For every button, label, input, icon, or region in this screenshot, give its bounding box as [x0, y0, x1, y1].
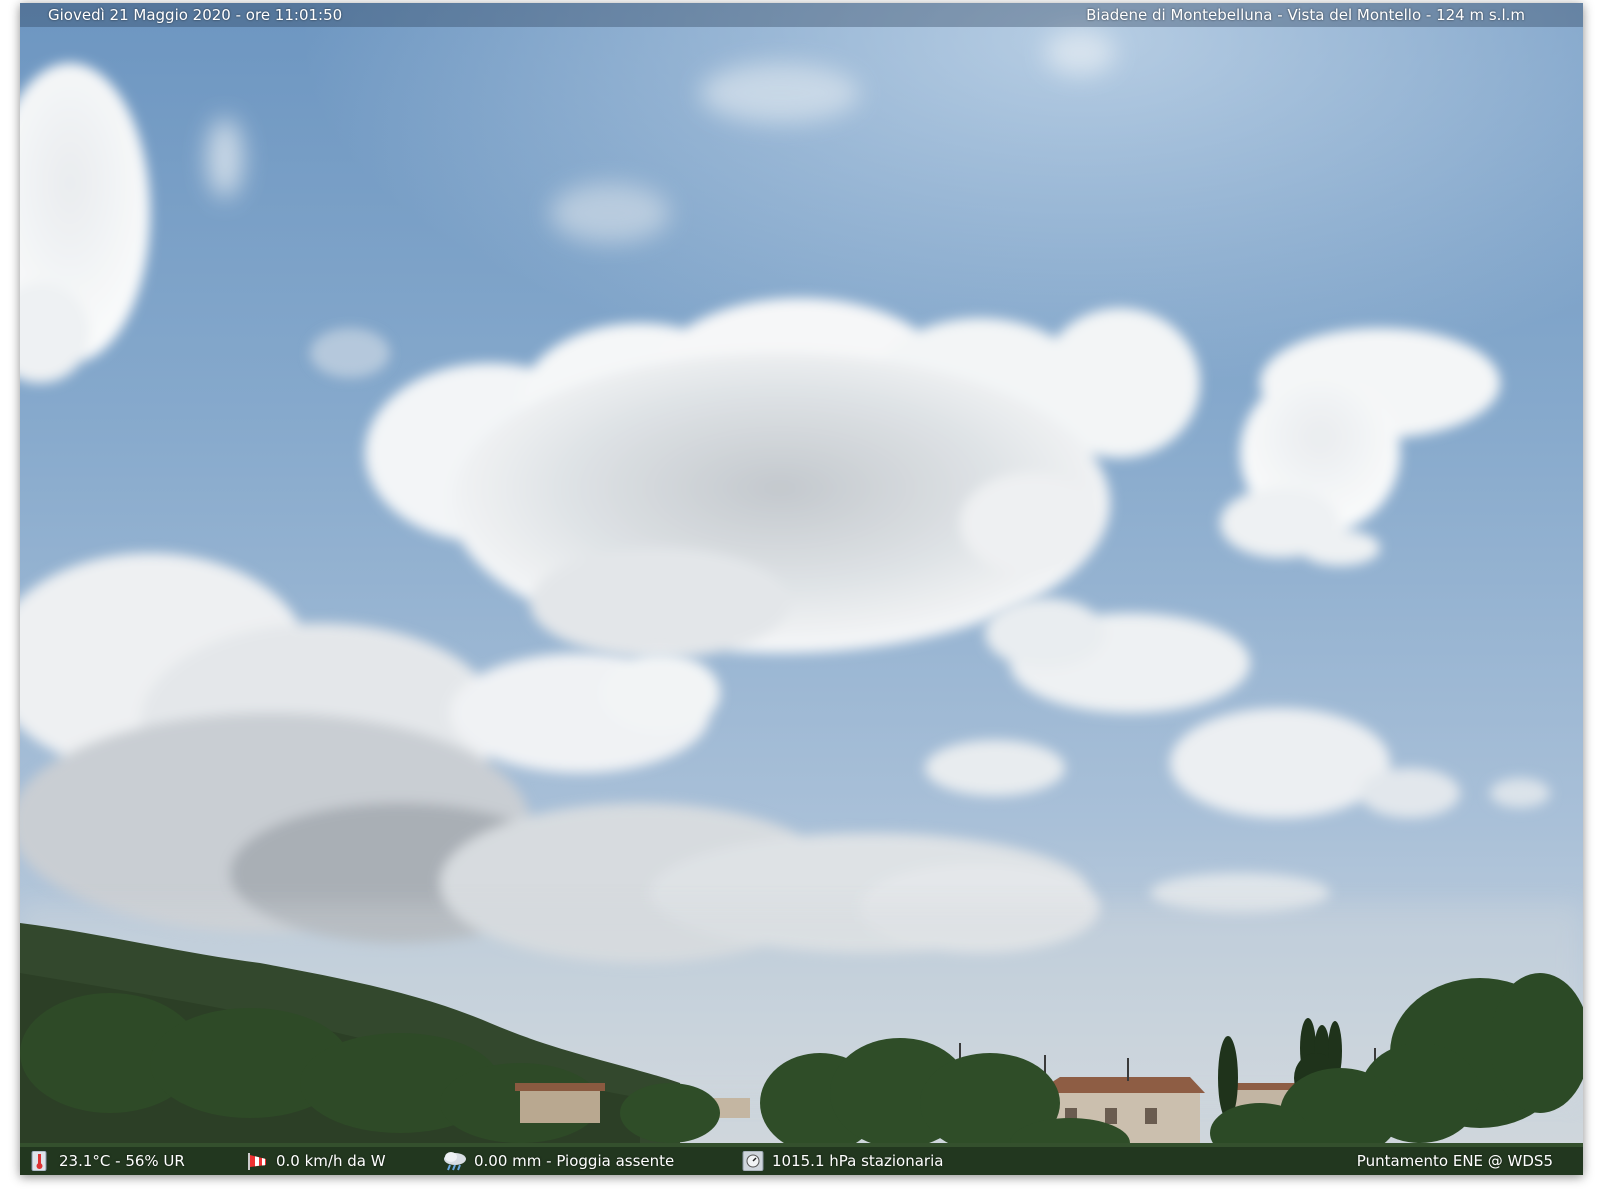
location-label: Biadene di Montebelluna - Vista del Mont…: [1086, 6, 1525, 24]
bottom-weather-bar: 23.1°C - 56% UR 0.0 km/h da W 0.00 mm - …: [20, 1147, 1583, 1175]
rain-cloud-icon: [442, 1151, 468, 1171]
webcam-photo: [20, 3, 1583, 1175]
windsock-icon: [246, 1151, 266, 1171]
thermometer-icon: [30, 1150, 48, 1172]
rain-value: 0.00 mm - Pioggia assente: [474, 1152, 675, 1170]
barometer-icon: [742, 1150, 764, 1172]
top-info-bar: Giovedì 21 Maggio 2020 - ore 11:01:50 Bi…: [20, 3, 1583, 27]
webcam-image-frame: Giovedì 21 Maggio 2020 - ore 11:01:50 Bi…: [20, 3, 1583, 1175]
wind-value: 0.0 km/h da W: [276, 1152, 386, 1170]
sky-landscape-scene: [20, 3, 1583, 1175]
datetime-label: Giovedì 21 Maggio 2020 - ore 11:01:50: [48, 6, 343, 24]
temperature-humidity-value: 23.1°C - 56% UR: [59, 1152, 185, 1170]
camera-pointing-label: Puntamento ENE @ WDS5: [1356, 1152, 1553, 1170]
pressure-value: 1015.1 hPa stazionaria: [772, 1152, 944, 1170]
